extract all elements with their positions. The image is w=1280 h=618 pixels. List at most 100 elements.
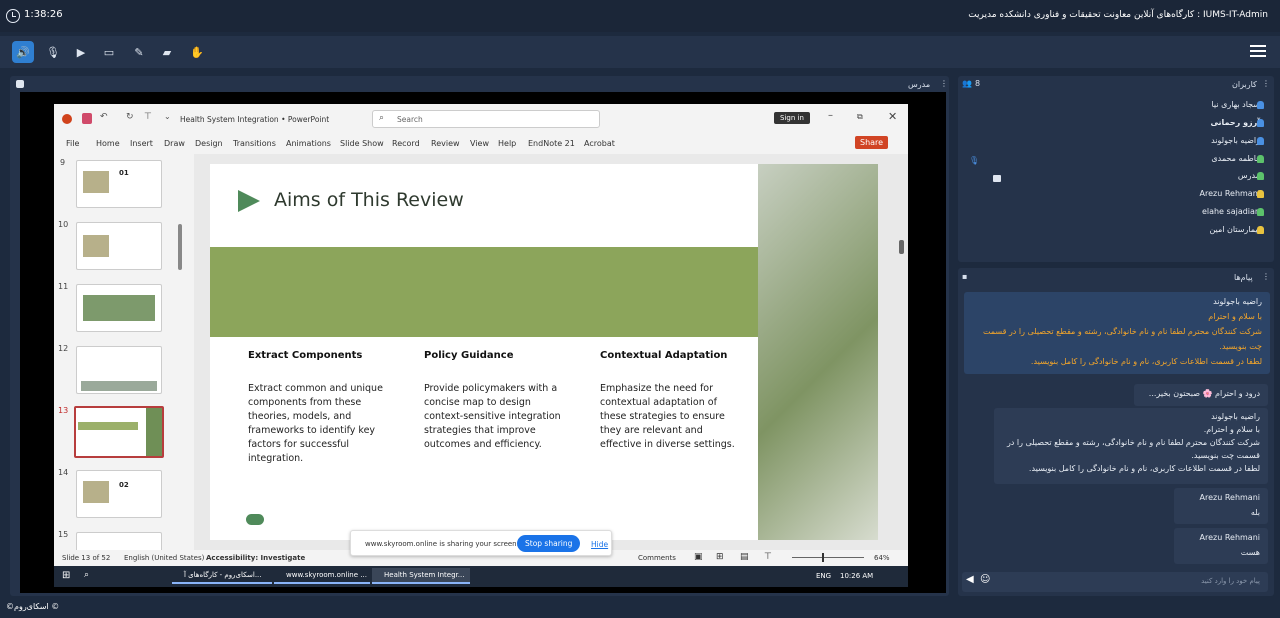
- customize-icon[interactable]: ⌄: [164, 112, 171, 121]
- camera-button[interactable]: ▶: [70, 41, 92, 63]
- chat-bubble-icon: ▪: [962, 272, 968, 281]
- ribbon-tab-design[interactable]: Design: [195, 139, 223, 148]
- microphone-button[interactable]: 🎙: [42, 41, 64, 63]
- hide-button[interactable]: Hide: [591, 540, 608, 549]
- taskbar-search-icon[interactable]: ⌕: [84, 570, 89, 580]
- accessibility-status[interactable]: Accessibility: Investigate: [206, 554, 305, 562]
- files-button[interactable]: ▰: [156, 41, 178, 63]
- ribbon-tab-endnote[interactable]: EndNote 21: [528, 139, 575, 148]
- save-icon[interactable]: [82, 113, 92, 124]
- windows-taskbar: ⊞ ⌕ اسکای‌روم - کارگاه‌های آ... www.skyr…: [54, 566, 908, 587]
- ribbon-tab-slide-show[interactable]: Slide Show: [340, 139, 384, 148]
- column-heading: Extract Components: [248, 350, 363, 361]
- undo-icon[interactable]: ↶: [100, 112, 108, 122]
- bamboo-image: [758, 164, 878, 540]
- users-count: 8: [975, 79, 981, 88]
- slide-thumbnail[interactable]: [76, 346, 162, 394]
- normal-view-icon[interactable]: ▣: [694, 552, 703, 562]
- message-line: با سلام و احترام: [1208, 312, 1262, 321]
- user-name: بیمارستان امین: [1209, 225, 1260, 234]
- ribbon-tab-home[interactable]: Home: [96, 139, 120, 148]
- restore-icon[interactable]: ⧉: [857, 112, 863, 122]
- raise-hand-button[interactable]: ✋: [186, 41, 208, 63]
- taskbar-language[interactable]: ENG: [816, 572, 831, 580]
- taskbar-app-active[interactable]: Health System Integr...: [372, 568, 470, 584]
- send-icon[interactable]: ◀: [966, 574, 974, 585]
- message-sender: راضیه باجولوند: [1211, 412, 1260, 421]
- folder-icon: ▰: [162, 45, 172, 59]
- zoom-slider-thumb[interactable]: [822, 553, 824, 562]
- close-icon[interactable]: ✕: [888, 110, 897, 123]
- slide-thumbnail[interactable]: 01: [76, 160, 162, 208]
- comments-button[interactable]: Comments: [638, 554, 676, 562]
- ribbon-tab-acrobat[interactable]: Acrobat: [584, 139, 615, 148]
- sign-in-button[interactable]: Sign in: [774, 112, 810, 124]
- user-item[interactable]: آرزو رحمانی: [1210, 118, 1260, 127]
- user-item[interactable]: راضیه باجولوند: [1211, 136, 1260, 145]
- ribbon-tab-file[interactable]: File: [66, 139, 79, 148]
- present-icon[interactable]: ⊤: [144, 112, 152, 122]
- slide-thumbnail[interactable]: [76, 222, 162, 270]
- column-body: Extract common and unique components fro…: [248, 383, 383, 464]
- slide-thumbnail-pane: 9 01 10 11 12 13 14 02 15: [54, 154, 194, 554]
- message-sender: Arezu Rehmani: [1199, 493, 1261, 502]
- main-menu-button[interactable]: [1250, 43, 1266, 59]
- message-sender: راضیه باجولوند: [1213, 297, 1262, 306]
- search-box[interactable]: ⌕ Search: [372, 110, 600, 128]
- panel-options-icon[interactable]: ⋮: [940, 79, 948, 88]
- minimize-icon[interactable]: –: [828, 110, 833, 121]
- slideshow-view-icon[interactable]: ⊤: [764, 552, 772, 562]
- message-line: لطفا در قسمت اطلاعات کاربری، نام و نام خ…: [1028, 464, 1260, 473]
- user-name: elahe sajadian: [1201, 207, 1260, 216]
- thumb-number: 15: [58, 530, 69, 539]
- user-item[interactable]: سجاد بهاری نیا: [1211, 100, 1260, 109]
- slide-thumbnail-selected[interactable]: [74, 406, 164, 458]
- user-name: راضیه باجولوند: [1211, 136, 1260, 145]
- ribbon-tab-animations[interactable]: Animations: [286, 139, 331, 148]
- reading-view-icon[interactable]: ▤: [740, 552, 749, 562]
- canvas-scrollbar[interactable]: [899, 240, 904, 254]
- users-options-icon[interactable]: ⋮: [1262, 79, 1270, 88]
- ribbon-tab-record[interactable]: Record: [392, 139, 420, 148]
- speaker-button[interactable]: 🔊: [12, 41, 34, 63]
- thumb-image: [146, 408, 162, 456]
- ppt-logo-icon: [62, 114, 72, 124]
- slide-thumbnail[interactable]: [76, 284, 162, 332]
- share-button[interactable]: Share: [855, 136, 889, 149]
- language-status[interactable]: English (United States): [124, 554, 204, 562]
- slide-thumbnail[interactable]: 02: [76, 470, 162, 518]
- ribbon-tab-view[interactable]: View: [470, 139, 489, 148]
- pinned-message: راضیه باجولوند با سلام و احترام شرکت کنن…: [964, 292, 1270, 374]
- ribbon-tab-insert[interactable]: Insert: [130, 139, 153, 148]
- ribbon-tab-transitions[interactable]: Transitions: [233, 139, 276, 148]
- zoom-slider[interactable]: [792, 557, 864, 558]
- chat-input[interactable]: پیام خود را وارد کنید ◀ ☺: [962, 572, 1268, 592]
- taskbar-app[interactable]: اسکای‌روم - کارگاه‌های آ...: [172, 568, 272, 584]
- user-item[interactable]: elahe sajadian: [1202, 207, 1260, 216]
- thumbnail-scrollbar[interactable]: [178, 224, 182, 270]
- start-icon[interactable]: ⊞: [62, 570, 70, 581]
- user-name: فاطمه محمدی: [1211, 154, 1260, 163]
- current-slide: Aims of This Review Extract Components E…: [210, 164, 878, 540]
- stop-sharing-button[interactable]: Stop sharing: [517, 535, 581, 552]
- ribbon-tab-draw[interactable]: Draw: [164, 139, 185, 148]
- user-name: آرزو رحمانی: [1210, 118, 1260, 127]
- clock-icon: [6, 9, 20, 23]
- screen-share-button[interactable]: ▭: [98, 41, 120, 63]
- user-icon: [1257, 226, 1264, 234]
- user-item[interactable]: بیمارستان امین: [1209, 225, 1260, 234]
- pen-button[interactable]: ✎: [128, 41, 150, 63]
- sorter-view-icon[interactable]: ⊞: [716, 552, 724, 562]
- message-line: با سلام و احترام.: [1203, 425, 1260, 434]
- user-item[interactable]: فاطمه محمدی: [1211, 154, 1260, 163]
- taskbar-app[interactable]: www.skyroom.online ...: [274, 568, 370, 584]
- user-item[interactable]: Arezu Rehmani: [1200, 189, 1261, 198]
- brand-footer: ©اسکای‌روم ©: [6, 602, 60, 611]
- ribbon-tab-review[interactable]: Review: [431, 139, 460, 148]
- ribbon-tab-help[interactable]: Help: [498, 139, 516, 148]
- thumb-number: 13: [58, 406, 69, 415]
- redo-icon[interactable]: ↻: [126, 112, 134, 122]
- chat-options-icon[interactable]: ⋮: [1262, 272, 1270, 281]
- emoji-icon[interactable]: ☺: [980, 574, 990, 585]
- presenter-user-icon: [1257, 172, 1264, 180]
